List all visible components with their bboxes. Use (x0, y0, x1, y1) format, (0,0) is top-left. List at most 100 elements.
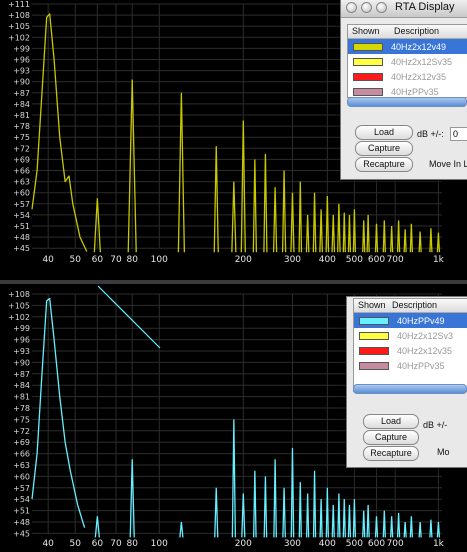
y-tick-label: +69 (13, 438, 30, 447)
y-tick-label: +81 (13, 111, 30, 120)
x-tick-label: 700 (387, 539, 404, 549)
zoom-window-icon[interactable] (376, 2, 387, 13)
shown-column-header[interactable]: Shown (354, 299, 388, 312)
rta-window-title: RTA Display (395, 1, 455, 13)
capture-button[interactable]: Capture (355, 141, 413, 156)
y-tick-label: +51 (13, 507, 30, 516)
trace-row[interactable]: 40HzPPv49 (354, 313, 467, 328)
trace-description: 40HzPPv35 (397, 360, 445, 371)
rta-display-window[interactable]: RTA Display Shown Description 40Hz2x12v4… (340, 0, 467, 180)
y-tick-label: +60 (13, 472, 30, 481)
trace-list-header: Shown Description (354, 299, 467, 313)
trace-list-scrollbar[interactable] (353, 384, 467, 394)
y-tick-label: +78 (13, 404, 30, 413)
spectrum-peak (331, 504, 335, 538)
y-tick-label: +90 (13, 78, 30, 87)
y-tick-label: +99 (13, 44, 30, 53)
trace-row[interactable]: 40HzPPv35 (348, 84, 467, 97)
y-tick-label: +51 (13, 222, 30, 231)
description-column-header[interactable]: Description (388, 299, 437, 312)
y-tick-label: +66 (13, 450, 30, 459)
y-tick-label: +48 (13, 233, 30, 242)
spectrum-peak (177, 92, 186, 253)
x-tick-label: 400 (319, 539, 336, 549)
spectrum-peak (436, 232, 441, 253)
trace-list-header: Shown Description (348, 25, 467, 39)
trace-color-swatch[interactable] (353, 87, 383, 96)
x-tick-label: 600 (368, 255, 385, 265)
spectrum-peak (298, 482, 302, 538)
trace-row[interactable]: 40Hz2x12v35 (348, 69, 467, 84)
spectrum-peak (252, 159, 258, 253)
y-tick-label: +72 (13, 144, 30, 153)
y-tick-label: +66 (13, 167, 30, 176)
recapture-button[interactable]: Recapture (363, 446, 419, 461)
spectrum-peak (263, 476, 268, 538)
y-tick-label: +45 (13, 529, 30, 538)
trace-color-swatch[interactable] (359, 316, 389, 325)
y-tick-label: +60 (13, 189, 30, 198)
capture-button[interactable]: Capture (363, 430, 419, 445)
y-tick-label: +45 (13, 244, 30, 253)
recapture-button[interactable]: Recapture (355, 157, 413, 172)
trace-list-scrollbar[interactable] (347, 97, 467, 107)
trace-rows: 40HzPPv49 40Hz2x12Sv3 40Hz2x12v35 40HzPPv35 (354, 313, 467, 373)
spectrum-peak (298, 181, 303, 253)
description-column-header[interactable]: Description (390, 25, 439, 38)
x-tick-label: 60 (92, 539, 104, 549)
trace-color-swatch[interactable] (359, 331, 389, 340)
x-tick-label: 80 (126, 539, 138, 549)
y-tick-label: +57 (13, 200, 30, 209)
y-tick-label: +63 (13, 178, 30, 187)
trace-description: 40Hz2x12v35 (391, 71, 447, 82)
trace-color-swatch[interactable] (359, 346, 389, 355)
y-tick-label: +87 (13, 370, 30, 379)
spectrum-peak (319, 499, 323, 538)
close-window-icon[interactable] (346, 2, 357, 13)
trace-row[interactable]: 40Hz2x12Sv3 (354, 328, 467, 343)
y-tick-label: +72 (13, 427, 30, 436)
y-tick-label: +81 (13, 393, 30, 402)
y-tick-label: +105 (8, 301, 30, 310)
spectrum-peak (366, 504, 370, 538)
shown-column-header[interactable]: Shown (348, 25, 390, 38)
trace-row[interactable]: 40Hz2x12v35 (354, 343, 467, 358)
trace-row[interactable]: 40HzPPv35 (354, 358, 467, 373)
spectrum-peak (436, 521, 441, 538)
minimize-window-icon[interactable] (361, 2, 372, 13)
trace-list[interactable]: Shown Description 40HzPPv49 40Hz2x12Sv3 40… (353, 298, 467, 392)
trace-color-swatch[interactable] (353, 72, 383, 81)
spectrum-peak (273, 459, 277, 538)
trace-row[interactable]: 40Hz2x12v49 (348, 39, 467, 54)
y-tick-label: +99 (13, 324, 30, 333)
y-tick-label: +93 (13, 67, 30, 76)
spectrum-peak (403, 229, 407, 253)
load-button[interactable]: Load (363, 414, 419, 429)
x-tick-label: 300 (284, 539, 301, 549)
trace-color-swatch[interactable] (359, 361, 389, 370)
y-tick-label: +102 (8, 313, 30, 322)
spectrum-peak (331, 214, 336, 253)
bottom-spectrum-pane: +108 +105 +102 +99 +96 +93 +90 +87 +84 +81 +78 +75 +… (0, 284, 467, 552)
trace-row[interactable]: 40Hz2x12Sv35 (348, 54, 467, 69)
trace-rows: 40Hz2x12v49 40Hz2x12Sv35 40Hz2x12v35 40HzPP… (348, 39, 467, 97)
fundamental-peak (31, 13, 88, 252)
spectrum-peak (362, 220, 366, 253)
spectrum-peak (272, 187, 278, 253)
x-tick-label: 70 (110, 539, 122, 549)
spectrum-peak (312, 192, 317, 253)
y-tick-label: +84 (13, 381, 30, 390)
rta-titlebar[interactable]: RTA Display (341, 0, 467, 18)
trace-color-swatch[interactable] (353, 57, 383, 66)
db-offset-input[interactable]: 0 (450, 127, 467, 141)
load-button[interactable]: Load (355, 125, 413, 140)
trace-description: 40Hz2x12v49 (391, 41, 447, 52)
y-tick-label: +75 (13, 133, 30, 142)
trace-color-swatch[interactable] (353, 42, 383, 51)
y-tick-label: +69 (13, 155, 30, 164)
spectrum-peak (213, 146, 219, 253)
spectrum-peak (305, 214, 310, 253)
rta-display-window-2[interactable]: Shown Description 40HzPPv49 40Hz2x12Sv3 40… (346, 296, 467, 468)
trace-list[interactable]: Shown Description 40Hz2x12v49 40Hz2x12Sv3… (347, 24, 467, 98)
spectrum-peak (342, 499, 346, 538)
